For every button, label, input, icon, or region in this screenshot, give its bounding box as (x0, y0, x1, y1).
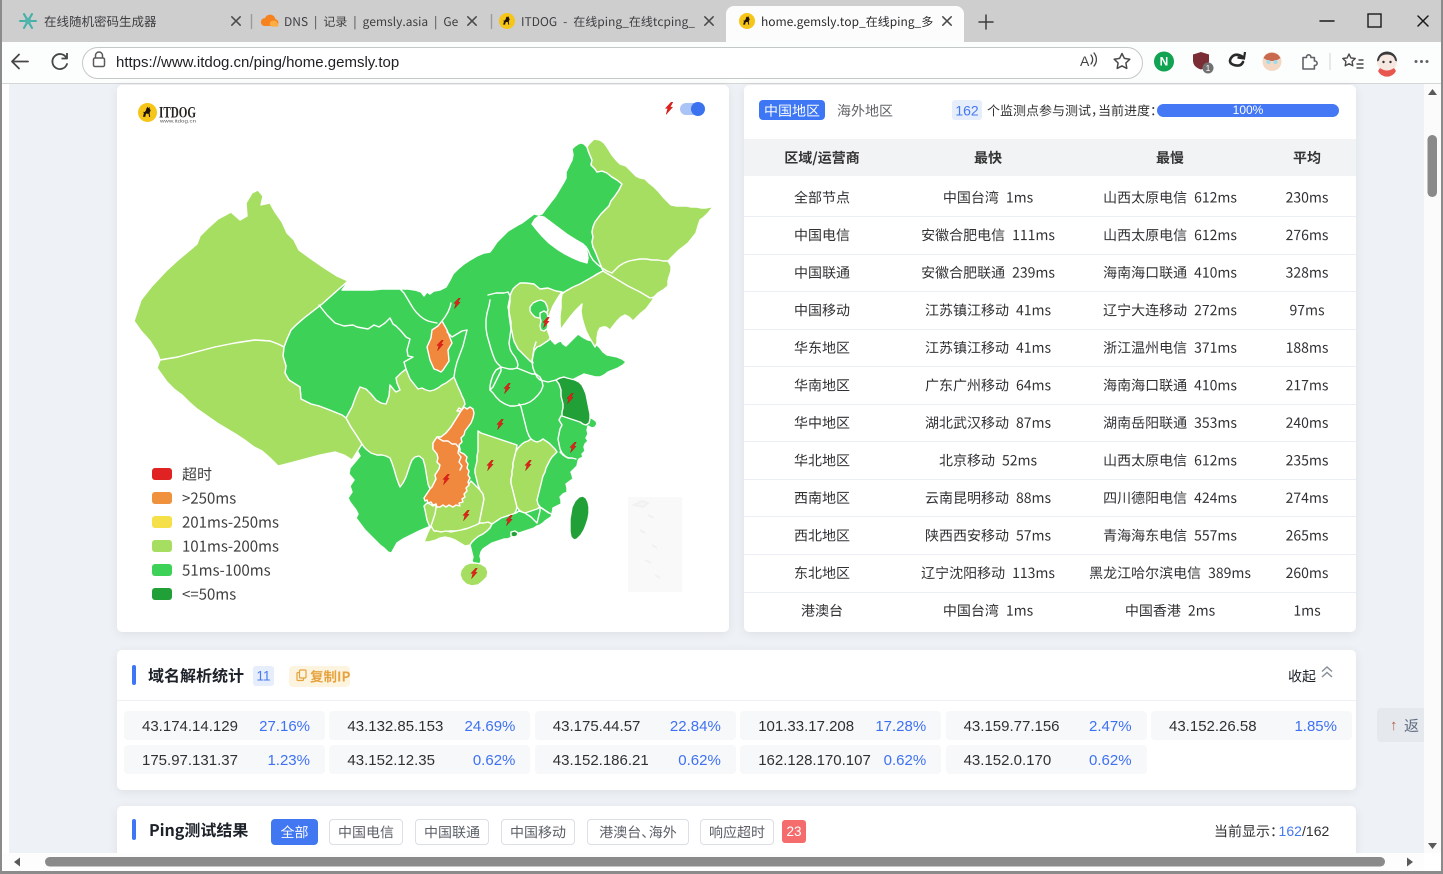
svg-text:43.152.0.170: 43.152.0.170 (964, 752, 1052, 769)
svg-text:43.159.77.156: 43.159.77.156 (964, 718, 1060, 735)
svg-text:43.174.14.129: 43.174.14.129 (142, 718, 238, 735)
svg-text:0.62%: 0.62% (473, 752, 516, 769)
svg-text:1: 1 (1206, 63, 1211, 73)
svg-text:0.62%: 0.62% (1089, 752, 1132, 769)
svg-text:1.23%: 1.23% (267, 752, 310, 769)
svg-text:101.33.17.208: 101.33.17.208 (758, 718, 854, 735)
svg-text:162: 162 (1279, 823, 1303, 839)
svg-text:43.152.12.35: 43.152.12.35 (347, 752, 435, 769)
svg-text:A: A (1080, 53, 1090, 69)
svg-text:11: 11 (256, 669, 270, 684)
svg-text:162: 162 (955, 102, 979, 118)
svg-text:2.47%: 2.47% (1089, 718, 1132, 735)
svg-text:N: N (1160, 55, 1169, 69)
svg-text:0.62%: 0.62% (884, 752, 927, 769)
svg-text:0.62%: 0.62% (678, 752, 721, 769)
svg-text:175.97.131.37: 175.97.131.37 (142, 752, 238, 769)
svg-text:27.16%: 27.16% (259, 718, 310, 735)
svg-text:22.84%: 22.84% (670, 718, 721, 735)
svg-text:23: 23 (786, 824, 801, 839)
svg-text:43.152.186.21: 43.152.186.21 (553, 752, 649, 769)
svg-text:43.175.44.57: 43.175.44.57 (553, 718, 641, 735)
svg-text:24.69%: 24.69% (465, 718, 516, 735)
svg-text:https://www.itdog.cn/ping/home: https://www.itdog.cn/ping/home.gemsly.to… (116, 54, 399, 71)
svg-text:/162: /162 (1302, 823, 1329, 839)
svg-text:↑: ↑ (1390, 717, 1398, 734)
svg-text:43.152.26.58: 43.152.26.58 (1169, 718, 1257, 735)
svg-text:1.85%: 1.85% (1294, 718, 1337, 735)
svg-text:100%: 100% (1233, 103, 1264, 117)
svg-text:162.128.170.107: 162.128.170.107 (758, 752, 871, 769)
svg-text:43.132.85.153: 43.132.85.153 (347, 718, 443, 735)
svg-text:17.28%: 17.28% (875, 718, 926, 735)
